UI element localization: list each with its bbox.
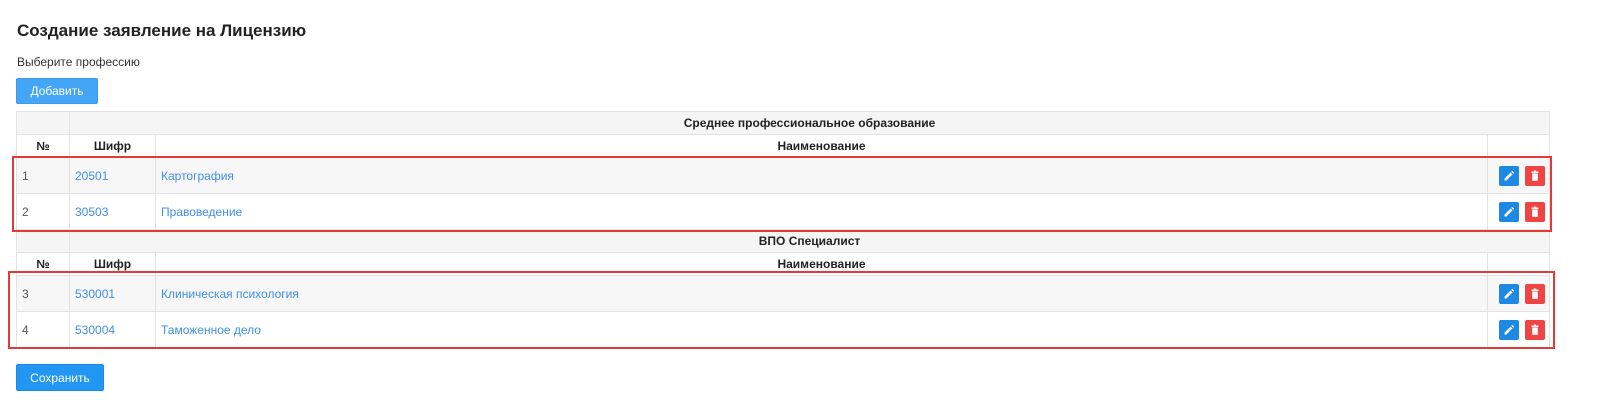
- row-name-link[interactable]: Правоведение: [161, 205, 242, 219]
- group-title: ВПО Специалист: [68, 229, 1551, 253]
- column-header-row: № Шифр Наименование: [16, 252, 1551, 276]
- row-name-link[interactable]: Таможенное дело: [161, 323, 261, 337]
- pencil-icon[interactable]: [1499, 283, 1519, 304]
- column-header-num: №: [16, 252, 70, 276]
- row-num: 3: [16, 275, 70, 312]
- trash-icon[interactable]: [1525, 283, 1545, 304]
- row-num: 2: [16, 193, 70, 230]
- column-header-code: Шифр: [69, 134, 156, 158]
- column-header-row: № Шифр Наименование: [16, 134, 1551, 158]
- group-header-row: Среднее профессиональное образование: [16, 111, 1551, 135]
- column-header-name: Наименование: [155, 252, 1488, 276]
- row-actions: [1486, 275, 1551, 312]
- save-button[interactable]: Сохранить: [16, 364, 104, 391]
- row-code-link[interactable]: 530004: [75, 323, 115, 337]
- pencil-icon[interactable]: [1499, 165, 1519, 186]
- column-header-actions: [1486, 252, 1551, 276]
- pencil-icon[interactable]: [1499, 319, 1519, 340]
- page: Создание заявление на Лицензию Выберите …: [0, 0, 1600, 410]
- row-actions: [1486, 157, 1551, 194]
- page-title: Создание заявление на Лицензию: [17, 21, 307, 40]
- group-header-spacer: [16, 229, 70, 253]
- table-row: 3 530001 Клиническая психология: [16, 275, 1551, 312]
- group-header-spacer: [16, 111, 70, 135]
- table-row: 2 30503 Правоведение: [16, 193, 1551, 230]
- table-row: 1 20501 Картография: [16, 157, 1551, 194]
- row-num: 4: [16, 311, 70, 348]
- row-num: 1: [16, 157, 70, 194]
- group-title: Среднее профессиональное образование: [68, 111, 1551, 135]
- row-actions: [1486, 311, 1551, 348]
- add-button[interactable]: Добавить: [16, 78, 98, 104]
- trash-icon[interactable]: [1525, 319, 1545, 340]
- column-header-num: №: [16, 134, 70, 158]
- row-code-link[interactable]: 30503: [75, 205, 108, 219]
- profession-table-group-2: ВПО Специалист № Шифр Наименование 3 530…: [16, 229, 1551, 348]
- row-name-link[interactable]: Клиническая психология: [161, 287, 299, 301]
- row-code-link[interactable]: 530001: [75, 287, 115, 301]
- table-row: 4 530004 Таможенное дело: [16, 311, 1551, 348]
- row-actions: [1486, 193, 1551, 230]
- pencil-icon[interactable]: [1499, 201, 1519, 222]
- column-header-actions: [1486, 134, 1551, 158]
- profession-prompt: Выберите профессию: [17, 55, 140, 69]
- profession-table-group-1: Среднее профессиональное образование № Ш…: [16, 111, 1551, 230]
- row-name-link[interactable]: Картография: [161, 169, 234, 183]
- row-code-link[interactable]: 20501: [75, 169, 108, 183]
- column-header-code: Шифр: [69, 252, 156, 276]
- trash-icon[interactable]: [1525, 165, 1545, 186]
- group-header-row: ВПО Специалист: [16, 229, 1551, 253]
- trash-icon[interactable]: [1525, 201, 1545, 222]
- column-header-name: Наименование: [155, 134, 1488, 158]
